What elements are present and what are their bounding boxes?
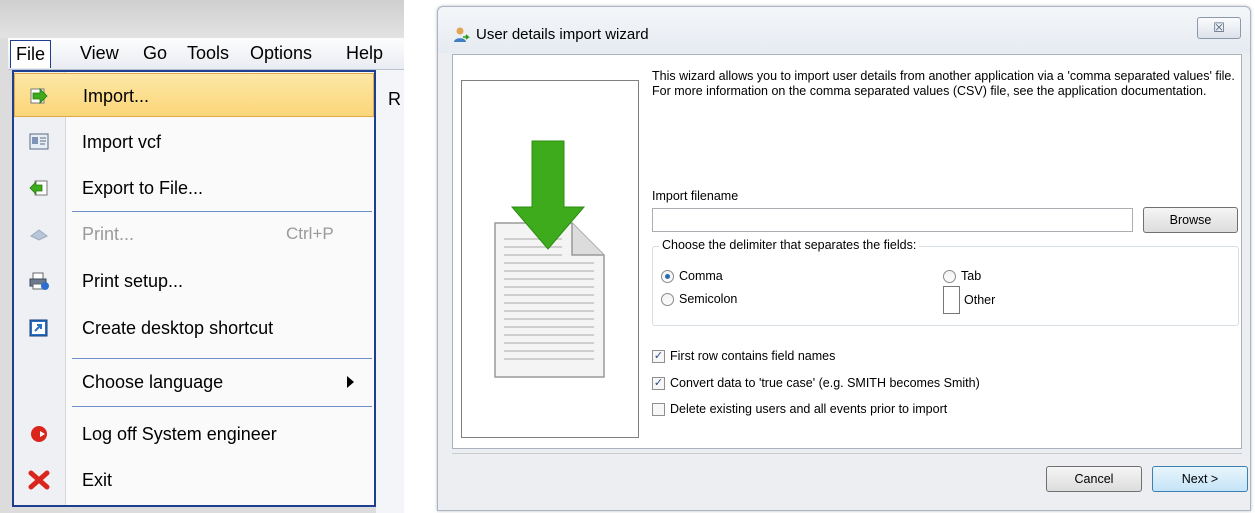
menu-item-import[interactable]: Import...: [14, 73, 374, 117]
import-filename-label: Import filename: [652, 189, 739, 203]
cancel-button[interactable]: Cancel: [1046, 466, 1142, 492]
menu-item-label: Import...: [83, 86, 150, 106]
submenu-arrow-icon: [347, 376, 354, 388]
checkbox-checked[interactable]: ✓: [652, 349, 665, 363]
menu-item-label: Import vcf: [82, 132, 162, 152]
dialog-titlebar[interactable]: User details import wizard ☒: [438, 7, 1250, 53]
menubar-go[interactable]: Go: [138, 40, 172, 68]
import-wizard-dialog: User details import wizard ☒ This wizard…: [437, 6, 1251, 511]
radio-label: Semicolon: [679, 292, 738, 306]
menu-item-label: Print...: [82, 224, 135, 244]
menubar-file[interactable]: File: [10, 40, 52, 68]
radio-button[interactable]: [943, 269, 956, 283]
menu-separator: [72, 358, 372, 359]
printer-icon: [28, 271, 50, 291]
radio-tab[interactable]: Tab: [943, 267, 981, 285]
partial-label: R: [388, 89, 401, 109]
close-button[interactable]: ☒: [1197, 17, 1241, 39]
menu-item-export[interactable]: Export to File...: [14, 166, 374, 210]
menu-item-print-setup[interactable]: Print setup...: [14, 259, 374, 303]
menu-item-exit[interactable]: Exit: [14, 458, 374, 502]
checkbox-label: Convert data to 'true case' (e.g. SMITH …: [670, 376, 980, 390]
radio-label: Comma: [679, 269, 723, 283]
dialog-title: User details import wizard: [476, 26, 649, 43]
menubar: File View Go Tools Options Help: [8, 38, 404, 70]
wizard-description: This wizard allows you to import user de…: [652, 69, 1235, 98]
radio-label: Tab: [961, 269, 982, 283]
radio-other[interactable]: Other: [943, 285, 995, 315]
checkbox-delete-existing[interactable]: Delete existing users and all events pri…: [652, 400, 947, 418]
exit-x-icon: [28, 470, 50, 490]
document-download-icon: [494, 140, 605, 378]
menubar-tools[interactable]: Tools: [182, 40, 234, 68]
checkbox-unchecked[interactable]: [652, 402, 665, 416]
footer-separator: [452, 453, 1242, 454]
menu-item-print: Print... Ctrl+P: [14, 212, 374, 256]
radio-button-selected[interactable]: [661, 269, 674, 283]
print-disabled-icon: [28, 224, 50, 244]
checkbox-first-row-field-names[interactable]: ✓ First row contains field names: [652, 347, 835, 365]
radio-label: Other: [964, 293, 996, 307]
menu-item-shortcut: Ctrl+P: [286, 224, 334, 243]
menu-item-label: Export to File...: [82, 178, 204, 198]
window-top-strip: [0, 0, 404, 38]
menu-item-label: Print setup...: [82, 271, 184, 291]
logoff-icon: [28, 424, 50, 444]
file-menu-screenshot: File View Go Tools Options Help R Import…: [0, 0, 404, 513]
shortcut-icon: [28, 318, 50, 338]
radio-button[interactable]: [661, 292, 674, 306]
menubar-options[interactable]: Options: [245, 40, 317, 68]
radio-comma[interactable]: Comma: [661, 267, 723, 285]
checkbox-label: Delete existing users and all events pri…: [670, 402, 948, 416]
file-dropdown-menu: Import... Import vcf Export to File... P…: [12, 70, 376, 507]
menu-item-choose-language[interactable]: Choose language: [14, 360, 374, 404]
checkbox-true-case[interactable]: ✓ Convert data to 'true case' (e.g. SMIT…: [652, 374, 980, 392]
close-icon: ☒: [1213, 20, 1225, 35]
checkbox-checked[interactable]: ✓: [652, 376, 665, 390]
delimiter-legend: Choose the delimiter that separates the …: [659, 238, 920, 252]
user-import-icon: [452, 26, 470, 44]
checkbox-label: First row contains field names: [670, 349, 836, 363]
menubar-view[interactable]: View: [75, 40, 124, 68]
app-background: [376, 70, 404, 513]
wizard-image-panel: [461, 80, 639, 438]
radio-semicolon[interactable]: Semicolon: [661, 290, 737, 308]
delimiter-groupbox: Choose the delimiter that separates the …: [652, 238, 1239, 326]
export-icon: [28, 178, 50, 198]
vcard-icon: [28, 132, 50, 152]
import-arrow-icon: [29, 86, 51, 106]
menubar-help[interactable]: Help: [341, 40, 388, 68]
menu-item-label: Exit: [82, 470, 113, 490]
menu-item-label: Choose language: [82, 372, 224, 392]
menu-item-label: Create desktop shortcut: [82, 318, 274, 338]
menu-item-import-vcf[interactable]: Import vcf: [14, 120, 374, 164]
menu-separator: [72, 406, 372, 407]
import-filename-input[interactable]: [652, 208, 1133, 232]
menu-item-label: Log off System engineer: [82, 424, 277, 444]
browse-button[interactable]: Browse: [1143, 207, 1238, 233]
wizard-page: This wizard allows you to import user de…: [452, 54, 1242, 449]
next-button[interactable]: Next >: [1152, 466, 1248, 492]
menu-item-create-shortcut[interactable]: Create desktop shortcut: [14, 306, 374, 350]
other-delimiter-input[interactable]: [943, 286, 960, 314]
menu-item-log-off[interactable]: Log off System engineer: [14, 412, 374, 456]
